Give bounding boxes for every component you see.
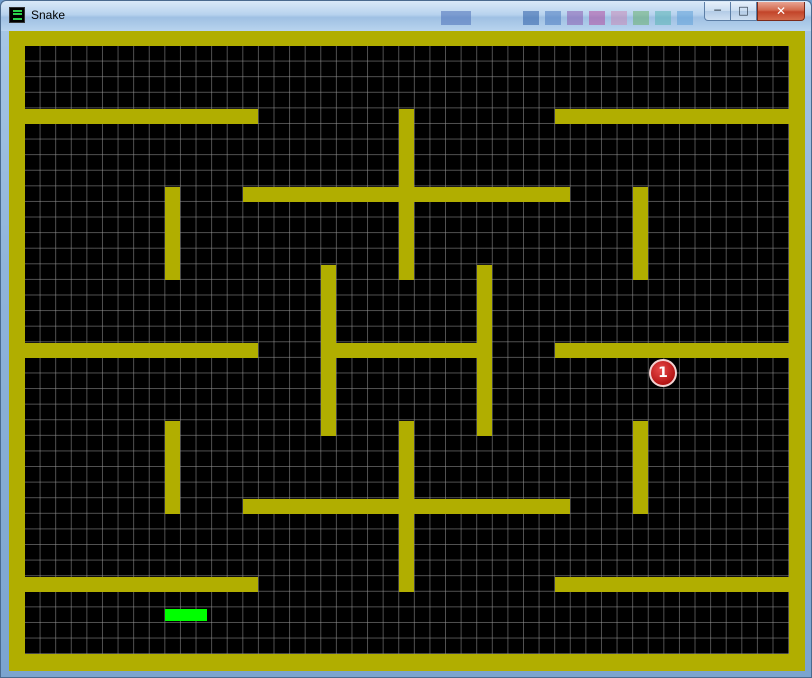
maze-wall — [165, 421, 180, 514]
window-title: Snake — [31, 8, 66, 22]
app-window: Snake ─ □ ✕ 1 — [0, 0, 812, 678]
maximize-icon: □ — [738, 4, 749, 17]
maze-wall — [399, 109, 414, 280]
maze-wall — [399, 421, 414, 592]
maze-wall — [25, 109, 258, 124]
close-icon: ✕ — [775, 4, 787, 18]
maze-wall — [25, 343, 258, 358]
maze-wall — [633, 187, 648, 280]
food-item: 1 — [649, 359, 677, 387]
title-bar[interactable]: Snake ─ □ ✕ — [1, 1, 811, 31]
minimize-icon: ─ — [714, 4, 721, 17]
maze-wall — [555, 577, 789, 592]
maze-wall — [555, 343, 789, 358]
maze-wall — [321, 265, 336, 436]
maze-wall — [633, 421, 648, 514]
titlebar-background — [441, 9, 701, 27]
snake-app-icon — [9, 7, 25, 23]
maze-wall — [555, 109, 789, 124]
maximize-button[interactable]: □ — [731, 2, 757, 21]
maze-wall — [477, 265, 492, 436]
maze-wall — [25, 577, 258, 592]
game-board[interactable]: 1 — [9, 31, 805, 671]
snake-body — [165, 609, 207, 621]
maze-wall — [321, 343, 492, 358]
maze-wall — [165, 187, 180, 280]
food-value-label: 1 — [658, 365, 668, 381]
close-button[interactable]: ✕ — [757, 2, 805, 21]
minimize-button[interactable]: ─ — [704, 2, 731, 21]
